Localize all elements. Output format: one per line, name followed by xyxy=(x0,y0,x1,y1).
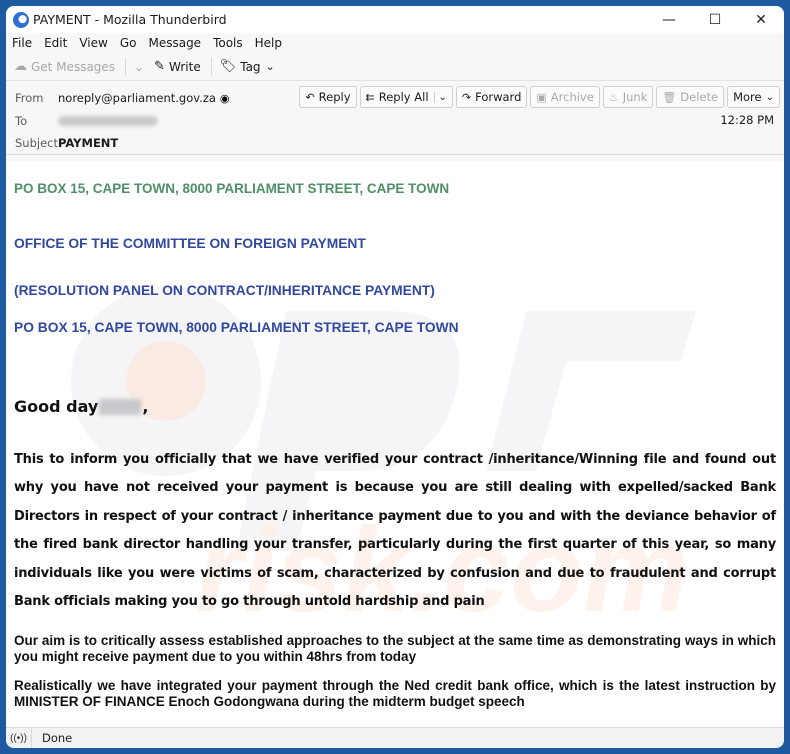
maximize-button[interactable]: ☐ xyxy=(692,6,738,33)
junk-button[interactable]: ♨ Junk xyxy=(602,86,654,108)
tag-label: Tag xyxy=(240,59,261,74)
junk-icon: ♨ xyxy=(608,90,619,104)
more-button[interactable]: More ⌄ xyxy=(727,86,780,108)
panel-heading: (RESOLUTION PANEL ON CONTRACT/INHERITANC… xyxy=(14,283,435,298)
tag-icon: 🏷 xyxy=(219,59,237,74)
connection-status-icon[interactable]: ((•)) xyxy=(6,727,32,748)
greeting-text: Good day xyxy=(14,397,99,416)
office-heading: OFFICE OF THE COMMITTEE ON FOREIGN PAYME… xyxy=(14,236,366,251)
archive-button[interactable]: ▣ Archive xyxy=(530,86,600,108)
menu-edit[interactable]: Edit xyxy=(44,36,67,50)
to-label: To xyxy=(15,114,28,128)
archive-icon: ▣ xyxy=(536,90,547,104)
main-toolbar: ☁ Get Messages ⌄ ✎ Write 🏷 Tag ⌄ xyxy=(6,53,784,81)
minimize-button[interactable]: — xyxy=(646,6,692,33)
tag-button[interactable]: 🏷 Tag ⌄ xyxy=(220,59,275,74)
get-messages-button[interactable]: ☁ Get Messages xyxy=(14,59,115,74)
reply-all-label: Reply All xyxy=(378,90,429,104)
toolbar-separator xyxy=(125,57,127,76)
from-row: From noreply@parliament.gov.za ◉ xyxy=(15,91,230,105)
address-heading-green: PO BOX 15, CAPE TOWN, 8000 PARLIAMENT ST… xyxy=(14,181,450,196)
body-paragraph-1: This to inform you officially that we ha… xyxy=(14,452,776,610)
title-bar: PAYMENT - Mozilla Thunderbird — ☐ ✕ xyxy=(6,6,784,33)
forward-button[interactable]: ↷ Forward xyxy=(455,86,528,108)
message-time: 12:28 PM xyxy=(720,113,774,127)
subject-row: Subject PAYMENT xyxy=(15,136,118,150)
window-title: PAYMENT - Mozilla Thunderbird xyxy=(33,12,227,27)
status-text: Done xyxy=(42,731,73,745)
menu-help[interactable]: Help xyxy=(255,36,282,50)
menu-tools[interactable]: Tools xyxy=(213,36,243,50)
junk-label: Junk xyxy=(622,90,648,104)
get-messages-label: Get Messages xyxy=(31,59,116,74)
trash-icon: 🗑 xyxy=(662,90,677,104)
forward-label: Forward xyxy=(475,90,522,104)
reply-button[interactable]: ↶ Reply xyxy=(299,86,357,108)
thunderbird-window: PAYMENT - Mozilla Thunderbird — ☐ ✕ File… xyxy=(6,6,784,748)
thunderbird-logo-icon xyxy=(13,11,29,28)
menu-view[interactable]: View xyxy=(79,36,107,50)
address-heading-blue: PO BOX 15, CAPE TOWN, 8000 PARLIAMENT ST… xyxy=(14,320,459,335)
write-button[interactable]: ✎ Write xyxy=(154,59,201,74)
toolbar-separator xyxy=(210,57,212,76)
reply-all-icon: ⇇ xyxy=(365,90,375,104)
greeting-comma: , xyxy=(142,397,149,416)
to-row: To xyxy=(15,114,158,128)
chevron-down-icon: ⌄ xyxy=(265,60,275,73)
menu-message[interactable]: Message xyxy=(148,36,201,50)
recipient-name-redacted xyxy=(99,398,142,415)
chevron-down-icon: ⌄ xyxy=(134,59,145,74)
write-label: Write xyxy=(169,59,201,74)
reply-icon: ↶ xyxy=(305,90,315,104)
body-paragraph-2: Our aim is to critically assess establis… xyxy=(14,633,776,664)
message-actions: ↶ Reply ⇇ Reply All ⌄ ↷ Forward ▣ Archiv… xyxy=(296,86,780,108)
pencil-icon: ✎ xyxy=(154,59,166,74)
body-paragraph-3: Realistically we have integrated your pa… xyxy=(14,678,776,709)
subject-value: PAYMENT xyxy=(58,136,119,150)
menu-go[interactable]: Go xyxy=(120,36,137,50)
to-address-redacted xyxy=(58,116,158,126)
reply-label: Reply xyxy=(318,90,351,104)
from-label: From xyxy=(15,91,44,105)
greeting: Good day , xyxy=(14,397,148,416)
delete-button[interactable]: 🗑 Delete xyxy=(656,86,725,108)
cloud-download-icon: ☁ xyxy=(14,59,27,74)
menu-bar: File Edit View Go Message Tools Help xyxy=(6,33,784,53)
archive-label: Archive xyxy=(550,90,594,104)
more-label: More xyxy=(733,90,762,104)
message-body: risk.com PO BOX 15, CAPE TOWN, 8000 PARL… xyxy=(6,161,784,727)
delete-label: Delete xyxy=(680,90,719,104)
get-messages-dropdown[interactable]: ⌄ xyxy=(134,60,144,74)
contact-icon[interactable]: ◉ xyxy=(220,92,230,105)
chevron-down-icon: ⌄ xyxy=(765,91,774,103)
from-address[interactable]: noreply@parliament.gov.za xyxy=(58,91,216,105)
reply-all-button[interactable]: ⇇ Reply All ⌄ xyxy=(359,86,453,108)
chevron-down-icon[interactable]: ⌄ xyxy=(433,91,447,103)
menu-file[interactable]: File xyxy=(12,36,32,50)
status-bar: ((•)) Done xyxy=(6,727,784,748)
forward-icon: ↷ xyxy=(461,90,472,104)
subject-label: Subject xyxy=(15,136,58,150)
message-header: From noreply@parliament.gov.za ◉ To Subj… xyxy=(6,81,784,155)
close-button[interactable]: ✕ xyxy=(738,6,784,33)
